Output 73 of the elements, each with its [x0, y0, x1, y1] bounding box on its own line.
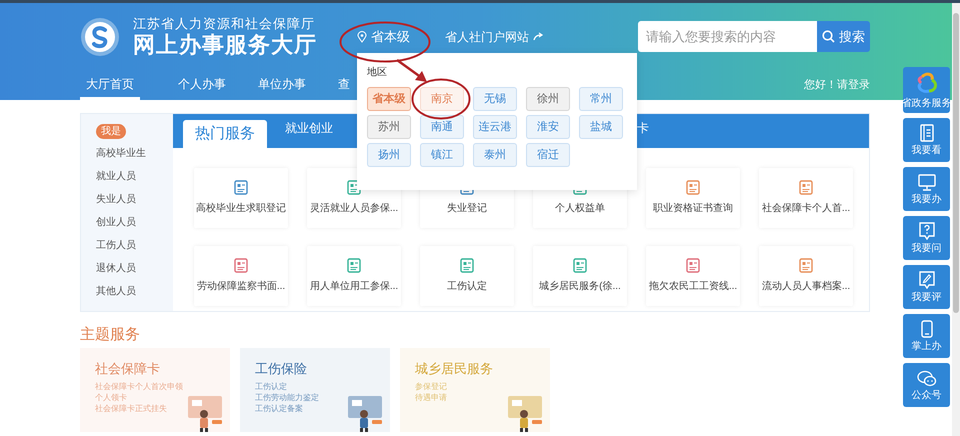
- card-title: 社会保障卡: [95, 361, 161, 377]
- region-option[interactable]: 盐城: [579, 115, 623, 139]
- highlight-ellipse: [411, 78, 471, 120]
- card-title: 工伤保险: [255, 361, 308, 377]
- toolbar-button[interactable]: 我要评: [903, 265, 950, 309]
- search-button[interactable]: 搜索: [817, 21, 870, 52]
- region-option[interactable]: 徐州: [526, 87, 570, 111]
- category-link[interactable]: 退休人员: [96, 261, 173, 277]
- share-icon: [533, 32, 544, 41]
- service-card[interactable]: 劳动保障监察书面...: [194, 246, 288, 306]
- scrollbar[interactable]: [952, 3, 960, 436]
- region-option[interactable]: 扬州: [367, 143, 411, 167]
- location-pin-icon: [357, 30, 367, 42]
- toolbar-button[interactable]: 我要问: [903, 216, 950, 260]
- badge: 我是: [96, 124, 126, 139]
- category-link[interactable]: 失业人员: [96, 192, 173, 208]
- service-card[interactable]: 拖欠农民工工资线...: [646, 246, 740, 306]
- region-option[interactable]: 宿迁: [526, 143, 570, 167]
- service-card[interactable]: 社会保障卡个人首...: [759, 168, 853, 228]
- region-option[interactable]: 苏州: [367, 115, 411, 139]
- region-option[interactable]: 省本级: [367, 87, 411, 111]
- category-link[interactable]: 高校毕业生: [96, 146, 173, 162]
- phone-icon: [920, 320, 932, 338]
- monitor-icon: [918, 174, 936, 190]
- card-link[interactable]: 工伤认定: [255, 381, 287, 392]
- logo-icon: [80, 16, 120, 56]
- nav-tab[interactable]: 个人办事: [172, 70, 232, 100]
- nav-tab[interactable]: 单位办事: [252, 70, 312, 100]
- region-option[interactable]: 常州: [579, 87, 623, 111]
- card-link[interactable]: 工伤劳动能力鉴定: [255, 392, 319, 403]
- service-card[interactable]: 城乡居民服务(徐...: [533, 246, 627, 306]
- category-link[interactable]: 就业人员: [96, 169, 173, 185]
- service-tab[interactable]: 就业创业: [267, 114, 351, 142]
- service-card[interactable]: 用人单位用工参保...: [307, 246, 401, 306]
- category-link[interactable]: 工伤人员: [96, 238, 173, 254]
- service-tab[interactable]: 热门服务: [183, 120, 267, 148]
- search-icon: [822, 30, 835, 43]
- toolbar-button[interactable]: 我要办: [903, 167, 950, 211]
- service-card[interactable]: 工伤认定: [420, 246, 514, 306]
- region-option[interactable]: 南通: [420, 115, 464, 139]
- login-link[interactable]: 您好！请登录: [804, 76, 870, 94]
- arrow-icon: [396, 59, 428, 83]
- region-option[interactable]: 镇江: [420, 143, 464, 167]
- region-option[interactable]: 无锡: [473, 87, 517, 111]
- category-link[interactable]: 创业人员: [96, 215, 173, 231]
- service-tab[interactable]: 卡: [637, 114, 649, 142]
- dropdown-label: 地区: [367, 67, 388, 79]
- service-card[interactable]: 流动人员人事档案...: [759, 246, 853, 306]
- region-option[interactable]: 淮安: [526, 115, 570, 139]
- theme-card[interactable]: 工伤保险 工伤认定 工伤劳动能力鉴定 工伤认定备案: [240, 348, 390, 432]
- nav-tab[interactable]: 查: [332, 70, 356, 100]
- edit-icon: [918, 271, 934, 289]
- nav-tab[interactable]: 大厅首页: [80, 70, 140, 100]
- region-option[interactable]: 泰州: [473, 143, 517, 167]
- toolbar-button[interactable]: 省政务服务: [903, 67, 950, 113]
- org-name: 江苏省人力资源和社会保障厅: [133, 16, 316, 32]
- toolbar-button[interactable]: 掌上办: [903, 314, 950, 358]
- region-option[interactable]: 南京: [420, 87, 464, 111]
- question-icon: [918, 222, 934, 240]
- toolbar-button[interactable]: 我要看: [903, 118, 950, 162]
- section-title: 主题服务: [80, 325, 141, 345]
- toolbar-button[interactable]: 公众号: [903, 363, 950, 407]
- book-icon: [918, 124, 934, 142]
- service-card[interactable]: 职业资格证书查询: [646, 168, 740, 228]
- site-title: 网上办事服务大厅: [133, 32, 317, 58]
- portal-link[interactable]: 省人社门户网站: [445, 28, 544, 46]
- region-option[interactable]: 连云港: [473, 115, 517, 139]
- search-field[interactable]: 请输入您要搜索的内容: [638, 21, 817, 52]
- card-link[interactable]: 工伤认定备案: [255, 403, 303, 414]
- category-link[interactable]: 其他人员: [96, 284, 173, 300]
- card-title: 城乡居民服务: [415, 361, 494, 377]
- chat-icon: [916, 370, 936, 386]
- service-card[interactable]: 高校毕业生求职登记: [194, 168, 288, 228]
